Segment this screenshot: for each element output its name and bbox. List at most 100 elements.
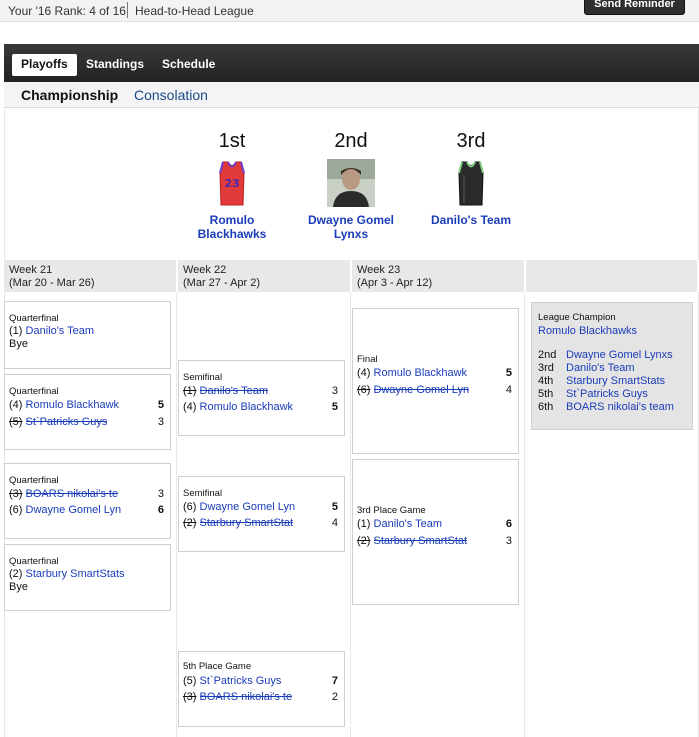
avatar-photo	[327, 159, 375, 207]
week-header-22: Week 22 (Mar 27 - Apr 2)	[178, 260, 352, 292]
game-semifinal-1: Semifinal (1) Danilo's Team 3 (4) Romulo…	[178, 360, 345, 436]
tab-playoffs[interactable]: Playoffs	[12, 54, 77, 76]
score: 4	[331, 517, 338, 529]
finish-place: 5th	[538, 388, 554, 400]
game-quarterfinal-1: Quarterfinal (1) Danilo's Team Bye	[4, 301, 171, 369]
game-team-row: (4) Romulo Blackhawk 5	[9, 399, 164, 413]
week-header-21: Week 21 (Mar 20 - Mar 26)	[4, 260, 178, 292]
podium-place: 3rd	[456, 130, 486, 152]
game-team-row: (4) Romulo Blackhawk 5	[183, 401, 338, 415]
finish-row: 3rd Danilo's Team	[538, 362, 693, 375]
team-link[interactable]: Danilo's Team	[200, 385, 269, 397]
seed: (4)	[357, 367, 371, 379]
team-link[interactable]: Starbury SmartStat	[200, 517, 294, 529]
week-header-blank	[526, 260, 699, 292]
team-link[interactable]: Danilo's Team	[566, 362, 635, 374]
subtab-consolation[interactable]: Consolation	[134, 87, 208, 103]
send-reminder-button[interactable]: Send Reminder	[584, 0, 685, 15]
podium-team[interactable]: Romulo Blackhawks	[177, 213, 287, 241]
tab-standings[interactable]: Standings	[77, 54, 153, 76]
finish-row: 6th BOARS nikolai's team	[538, 401, 693, 414]
game-team-row: (1) Danilo's Team 3	[183, 385, 338, 399]
bracket-subtabs: Championship Consolation	[4, 82, 699, 108]
game-title: Quarterfinal	[9, 386, 59, 397]
team-link[interactable]: St`Patricks Guys	[200, 675, 282, 687]
team-link[interactable]: Dwayne Gomel Lyn	[374, 384, 470, 396]
team-link[interactable]: Dwayne Gomel Lyn	[26, 504, 122, 516]
team-link[interactable]: Dwayne Gomel Lyn	[200, 501, 296, 513]
score: 5	[505, 367, 512, 379]
league-rank: Your '16 Rank: 4 of 16	[8, 4, 126, 18]
team-link[interactable]: Starbury SmartStat	[374, 535, 468, 547]
finish-place: 6th	[538, 401, 554, 413]
finish-place: 3rd	[538, 362, 554, 374]
podium-team[interactable]: Dwayne Gomel Lynxs	[296, 213, 406, 241]
podium-second: 2nd Dwayne Gomel Lynxs	[296, 130, 406, 241]
game-team-row: (6) Dwayne Gomel Lyn 4	[357, 384, 512, 398]
game-team-row: (6) Dwayne Gomel Lyn 5	[183, 501, 338, 515]
week-label: Week 21	[9, 264, 53, 276]
finish-place: 4th	[538, 375, 554, 387]
seed: (6)	[183, 501, 197, 513]
team-link[interactable]: Danilo's Team	[26, 325, 95, 337]
subtab-championship[interactable]: Championship	[21, 87, 118, 103]
seed: (6)	[9, 504, 23, 516]
team-link[interactable]: St`Patricks Guys	[26, 416, 108, 428]
score: 5	[331, 401, 338, 413]
podium-third: 3rd Danilo's Team	[416, 130, 526, 227]
divider	[127, 2, 128, 18]
seed: (4)	[183, 401, 197, 413]
podium-team[interactable]: Danilo's Team	[416, 213, 526, 227]
game-title: Quarterfinal	[9, 475, 59, 486]
team-link[interactable]: Danilo's Team	[374, 518, 443, 530]
seed: (2)	[357, 535, 371, 547]
team-link[interactable]: Starbury SmartStats	[566, 375, 665, 387]
score: 6	[157, 504, 164, 516]
team-link[interactable]: Starbury SmartStats	[26, 568, 125, 580]
week-label: Week 22	[183, 264, 227, 276]
score: 3	[331, 385, 338, 397]
week-label: Week 23	[357, 264, 401, 276]
week-range: (Mar 27 - Apr 2)	[183, 277, 261, 289]
champion-team-link[interactable]: Romulo Blackhawks	[538, 325, 637, 337]
game-title: Semifinal	[183, 488, 223, 499]
game-fifth-place: 5th Place Game (5) St`Patricks Guys 7 (3…	[178, 651, 345, 727]
black-jersey-icon	[447, 159, 495, 207]
game-title: Quarterfinal	[9, 556, 59, 567]
finish-place: 2nd	[538, 349, 557, 361]
game-title: Final	[357, 354, 378, 365]
team-link[interactable]: BOARS nikolai's te	[200, 691, 293, 703]
game-title: 3rd Place Game	[357, 505, 426, 516]
game-team-row: (2) Starbury SmartStat 3	[357, 535, 512, 549]
score: 3	[157, 488, 164, 500]
team-link[interactable]: Romulo Blackhawk	[200, 401, 294, 413]
seed: (3)	[9, 488, 23, 500]
game-team-row: (3) BOARS nikolai's te 3	[9, 488, 164, 502]
game-team-row: (1) Danilo's Team	[9, 325, 164, 339]
team-link[interactable]: St`Patricks Guys	[566, 388, 648, 400]
seed: (3)	[183, 691, 197, 703]
game-team-row: (5) St`Patricks Guys 3	[9, 416, 164, 430]
team-link[interactable]: BOARS nikolai's team	[566, 401, 674, 413]
svg-text:23: 23	[224, 177, 239, 190]
game-quarterfinal-3: Quarterfinal (3) BOARS nikolai's te 3 (6…	[4, 463, 171, 539]
game-quarterfinal-4: Quarterfinal (2) Starbury SmartStats Bye	[4, 544, 171, 611]
podium-first: 1st 23 Romulo Blackhawks	[177, 130, 287, 241]
champion-label: League Champion	[538, 312, 616, 323]
finish-row: 2nd Dwayne Gomel Lynxs	[538, 349, 693, 362]
score: 4	[505, 384, 512, 396]
game-team-row: (4) Romulo Blackhawk 5	[357, 367, 512, 381]
seed: (2)	[183, 517, 197, 529]
seed: (1)	[9, 325, 23, 337]
team-link[interactable]: BOARS nikolai's te	[26, 488, 119, 500]
team-link[interactable]: Dwayne Gomel Lynxs	[566, 349, 673, 361]
finish-row: 5th St`Patricks Guys	[538, 388, 693, 401]
team-link[interactable]: Romulo Blackhawk	[26, 399, 120, 411]
seed: (2)	[9, 568, 23, 580]
column-divider	[350, 292, 351, 737]
tab-schedule[interactable]: Schedule	[153, 54, 224, 76]
team-link[interactable]: Romulo Blackhawk	[374, 367, 468, 379]
score: 3	[157, 416, 164, 428]
seed: (4)	[9, 399, 23, 411]
podium-place: 2nd	[334, 130, 368, 152]
